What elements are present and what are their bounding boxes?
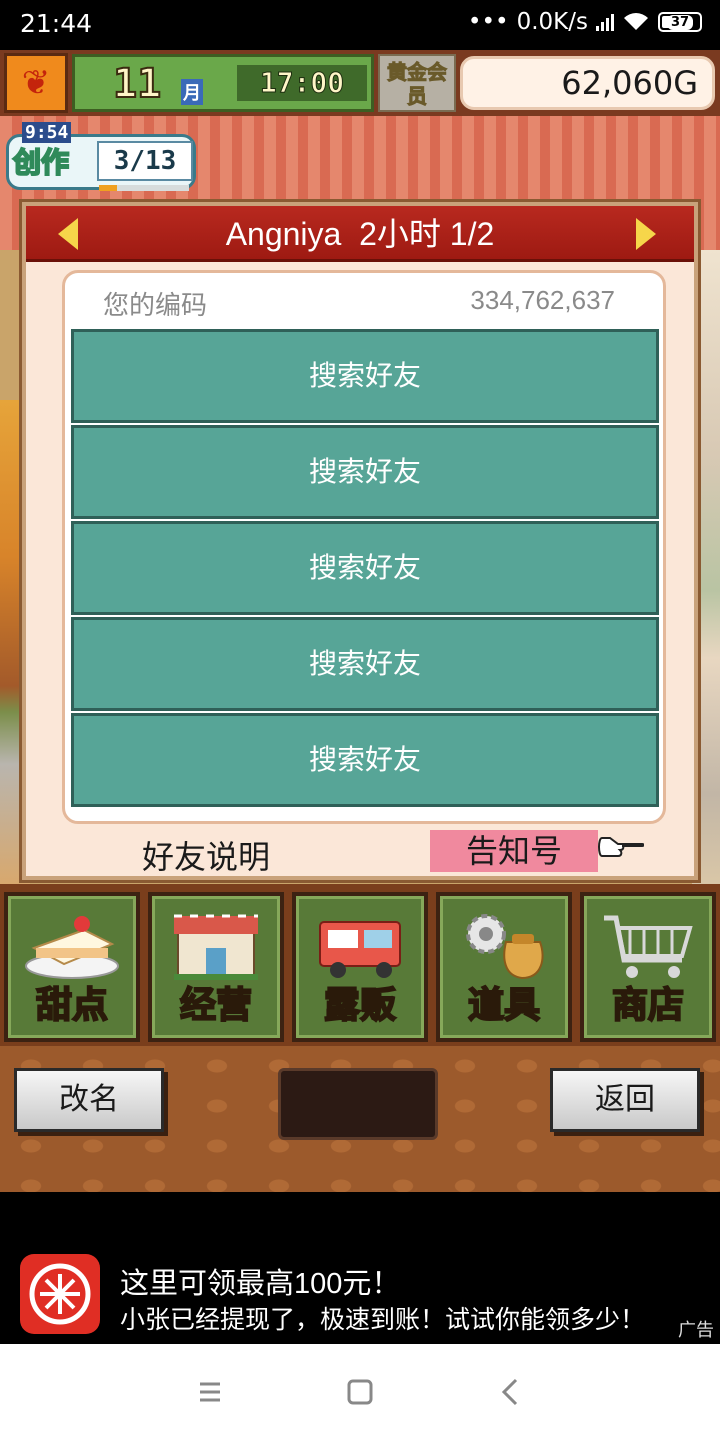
gold-balance: 62,060G: [460, 56, 715, 110]
menu-manage[interactable]: 经营: [148, 892, 284, 1042]
date-display: 11 月 17:00: [72, 54, 374, 112]
menu-dessert-label: 甜点: [35, 984, 109, 1027]
menu-items[interactable]: 道具: [436, 892, 572, 1042]
gear-sack-icon: [466, 914, 544, 980]
menu-dessert[interactable]: 甜点: [4, 892, 140, 1042]
your-code-label: 您的编码: [103, 290, 208, 320]
gold-member-badge[interactable]: 黄金会员: [378, 54, 456, 112]
rename-button[interactable]: 改名: [14, 1068, 164, 1132]
main-menu: 甜点 经营 露贩 道具 商店: [0, 884, 720, 1046]
game-screen: ❦ 11 月 17:00 黄金会员 62,060G 创作 3/13 9:54 A…: [0, 50, 720, 1192]
home-icon[interactable]: [340, 1374, 380, 1410]
next-page-arrow-icon[interactable]: [636, 218, 656, 250]
app-logo-icon: [20, 1254, 100, 1334]
your-code-value: 334,762,637: [470, 285, 615, 315]
more-dots-icon: •••: [467, 9, 509, 35]
search-friend-button[interactable]: 搜索好友: [71, 713, 659, 807]
pointing-hand-icon: [598, 837, 644, 857]
signal-icon: [596, 13, 614, 31]
creation-progress: [99, 185, 189, 191]
menu-manage-label: 经营: [179, 984, 253, 1027]
game-clock: 17:00: [237, 65, 367, 101]
gold-unit: G: [673, 64, 698, 102]
network-speed: 0.0K/s: [516, 9, 588, 35]
menu-store[interactable]: 商店: [580, 892, 716, 1042]
back-icon[interactable]: [490, 1374, 530, 1410]
month-unit: 月: [181, 79, 203, 105]
menu-items-label: 道具: [467, 984, 541, 1027]
search-friend-button[interactable]: 搜索好友: [71, 521, 659, 615]
creation-progress-fill: [99, 185, 117, 191]
friend-list-panel: 您的编码 334,762,637 搜索好友 搜索好友 搜索好友 搜索好友 搜索好…: [62, 270, 666, 824]
search-friend-button[interactable]: 搜索好友: [71, 617, 659, 711]
friend-info-link[interactable]: 好友说明: [142, 832, 270, 878]
search-friend-button[interactable]: 搜索好友: [71, 329, 659, 423]
back-button[interactable]: 返回: [550, 1068, 700, 1132]
empty-slot: [278, 1068, 438, 1140]
status-indicators: ••• 0.0K/s 37: [468, 9, 702, 35]
prev-page-arrow-icon[interactable]: [58, 218, 78, 250]
search-friend-button[interactable]: 搜索好友: [71, 425, 659, 519]
dialog-title: Angniya 2小时 1/2: [225, 216, 495, 252]
friend-dialog: Angniya 2小时 1/2 您的编码 334,762,637 搜索好友 搜索…: [22, 202, 698, 880]
dialog-header: Angniya 2小时 1/2: [26, 206, 694, 262]
status-bar: 21:44 ••• 0.0K/s 37: [0, 0, 720, 50]
ad-banner[interactable]: 这里可领最高100元！ 小张已经提现了，极速到账！试试你能领多少！ 广告: [0, 1192, 720, 1344]
food-truck-icon: [319, 921, 401, 978]
menu-icon[interactable]: [190, 1374, 230, 1410]
system-nav-bar: [0, 1344, 720, 1440]
creation-timer: 9:54: [22, 122, 72, 143]
creation-badge[interactable]: 创作 3/13 9:54: [6, 122, 196, 194]
battery-level: 37: [666, 14, 694, 30]
status-time: 21:44: [20, 9, 93, 38]
ad-title: 这里可领最高100元！: [120, 1268, 401, 1300]
cake-icon: [25, 916, 119, 979]
menu-store-label: 商店: [611, 984, 685, 1027]
top-hud: ❦ 11 月 17:00 黄金会员 62,060G: [0, 50, 720, 116]
code-row: 您的编码 334,762,637: [65, 273, 663, 325]
shopping-cart-icon: [604, 915, 693, 978]
creation-count: 3/13: [97, 141, 193, 181]
maple-leaf-icon[interactable]: ❦: [4, 53, 68, 113]
wifi-icon: [624, 13, 648, 30]
bottom-bar: 改名 返回: [0, 1046, 720, 1192]
ad-tag: 广告: [678, 1320, 714, 1340]
gold-amount: 62,060: [561, 64, 674, 102]
ad-subtitle: 小张已经提现了，极速到账！试试你能领多少！: [120, 1306, 646, 1334]
battery-icon: 37: [658, 12, 702, 32]
menu-stall-label: 露贩: [323, 984, 397, 1027]
menu-stall[interactable]: 露贩: [292, 892, 428, 1042]
notify-number-button[interactable]: 告知号: [430, 830, 598, 872]
shop-building-icon: [174, 914, 258, 980]
month-value: 11: [112, 60, 162, 108]
creation-label: 创作: [12, 145, 70, 180]
